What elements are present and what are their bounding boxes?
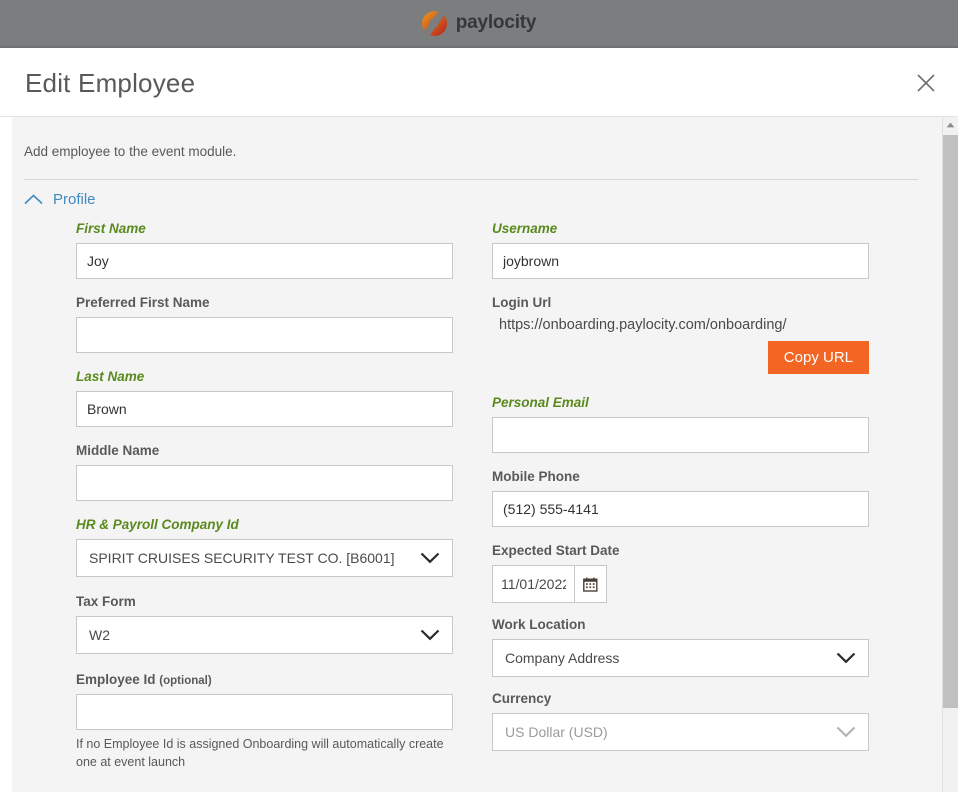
field-last-name: Last Name xyxy=(76,369,468,427)
modal-body: Add employee to the event module. Profil… xyxy=(12,117,958,792)
currency-value: US Dollar (USD) xyxy=(505,724,608,740)
scroll-up-button[interactable] xyxy=(943,117,958,133)
hr-payroll-company-id-label: HR & Payroll Company Id xyxy=(76,517,239,532)
chevron-down-icon xyxy=(836,726,856,738)
chevron-down-icon xyxy=(836,652,856,664)
first-name-label: First Name xyxy=(76,221,146,236)
employee-id-optional-tag: (optional) xyxy=(159,675,212,687)
employee-id-helper-text: If no Employee Id is assigned Onboarding… xyxy=(76,737,444,770)
field-login-url: Login Url https://onboarding.paylocity.c… xyxy=(492,295,884,381)
close-button[interactable] xyxy=(911,68,941,98)
copy-url-button[interactable]: Copy URL xyxy=(767,341,869,374)
middle-name-input[interactable] xyxy=(76,465,453,501)
chevron-down-icon xyxy=(420,629,440,641)
brand-name: paylocity xyxy=(455,12,537,33)
middle-name-label: Middle Name xyxy=(76,443,160,458)
work-location-label: Work Location xyxy=(492,617,586,632)
login-url-label: Login Url xyxy=(492,295,552,310)
field-hr-payroll-company-id: HR & Payroll Company Id SPIRIT CRUISES S… xyxy=(76,517,468,577)
currency-select: US Dollar (USD) xyxy=(492,713,869,751)
mobile-phone-label: Mobile Phone xyxy=(492,469,580,484)
username-input[interactable] xyxy=(492,243,869,279)
field-first-name: First Name xyxy=(76,221,468,279)
expected-start-date-picker-button[interactable] xyxy=(575,565,607,603)
employee-id-label-text: Employee Id xyxy=(76,672,156,687)
paylocity-brand: paylocity xyxy=(421,10,537,36)
field-employee-id: Employee Id (optional) If no Employee Id… xyxy=(76,672,468,771)
hr-payroll-company-id-select[interactable]: SPIRIT CRUISES SECURITY TEST CO. [B6001] xyxy=(76,539,453,577)
field-expected-start-date: Expected Start Date xyxy=(492,543,884,603)
paylocity-circle-logo-icon xyxy=(421,10,447,36)
field-mobile-phone: Mobile Phone xyxy=(492,469,884,527)
preferred-first-name-input[interactable] xyxy=(76,317,453,353)
profile-section-label: Profile xyxy=(53,191,96,208)
work-location-value: Company Address xyxy=(505,650,620,666)
field-middle-name: Middle Name xyxy=(76,443,468,501)
field-username: Username xyxy=(492,221,884,279)
field-work-location: Work Location Company Address xyxy=(492,617,884,677)
expected-start-date-label: Expected Start Date xyxy=(492,543,620,558)
employee-id-label: Employee Id (optional) xyxy=(76,672,468,687)
first-name-input[interactable] xyxy=(76,243,453,279)
header-divider xyxy=(24,179,918,180)
field-preferred-first-name: Preferred First Name xyxy=(76,295,468,353)
chevron-up-icon xyxy=(24,194,43,205)
chevron-down-icon xyxy=(420,552,440,564)
app-top-bar: paylocity xyxy=(0,0,958,48)
personal-email-input[interactable] xyxy=(492,417,869,453)
tax-form-value: W2 xyxy=(89,627,110,643)
field-tax-form: Tax Form W2 xyxy=(76,594,468,654)
tax-form-select[interactable]: W2 xyxy=(76,616,453,654)
currency-label: Currency xyxy=(492,691,552,706)
username-label: Username xyxy=(492,221,558,236)
close-icon xyxy=(917,74,935,92)
work-location-select[interactable]: Company Address xyxy=(492,639,869,677)
field-currency: Currency US Dollar (USD) xyxy=(492,691,884,751)
hr-payroll-company-id-value: SPIRIT CRUISES SECURITY TEST CO. [B6001] xyxy=(89,550,395,566)
last-name-input[interactable] xyxy=(76,391,453,427)
last-name-label: Last Name xyxy=(76,369,145,384)
expected-start-date-input[interactable] xyxy=(492,565,575,603)
scrollbar-thumb[interactable] xyxy=(943,135,958,708)
vertical-scrollbar[interactable] xyxy=(942,117,958,792)
scroll-up-arrow-icon xyxy=(946,122,955,128)
profile-section-toggle[interactable]: Profile xyxy=(24,187,96,212)
modal-subtitle: Add employee to the event module. xyxy=(24,144,237,159)
tax-form-label: Tax Form xyxy=(76,594,136,609)
page-title: Edit Employee xyxy=(25,68,196,98)
modal-body-content: Add employee to the event module. Profil… xyxy=(12,117,940,792)
calendar-icon xyxy=(583,577,598,592)
field-personal-email: Personal Email xyxy=(492,395,884,453)
personal-email-label: Personal Email xyxy=(492,395,589,410)
expected-start-date-control xyxy=(492,565,884,603)
edit-employee-modal: paylocity Edit Employee Add employee to … xyxy=(0,0,958,792)
preferred-first-name-label: Preferred First Name xyxy=(76,295,210,310)
login-url-value: https://onboarding.paylocity.com/onboard… xyxy=(499,317,787,333)
mobile-phone-input[interactable] xyxy=(492,491,869,527)
employee-id-input[interactable] xyxy=(76,694,453,730)
modal-header: Edit Employee xyxy=(0,50,958,117)
